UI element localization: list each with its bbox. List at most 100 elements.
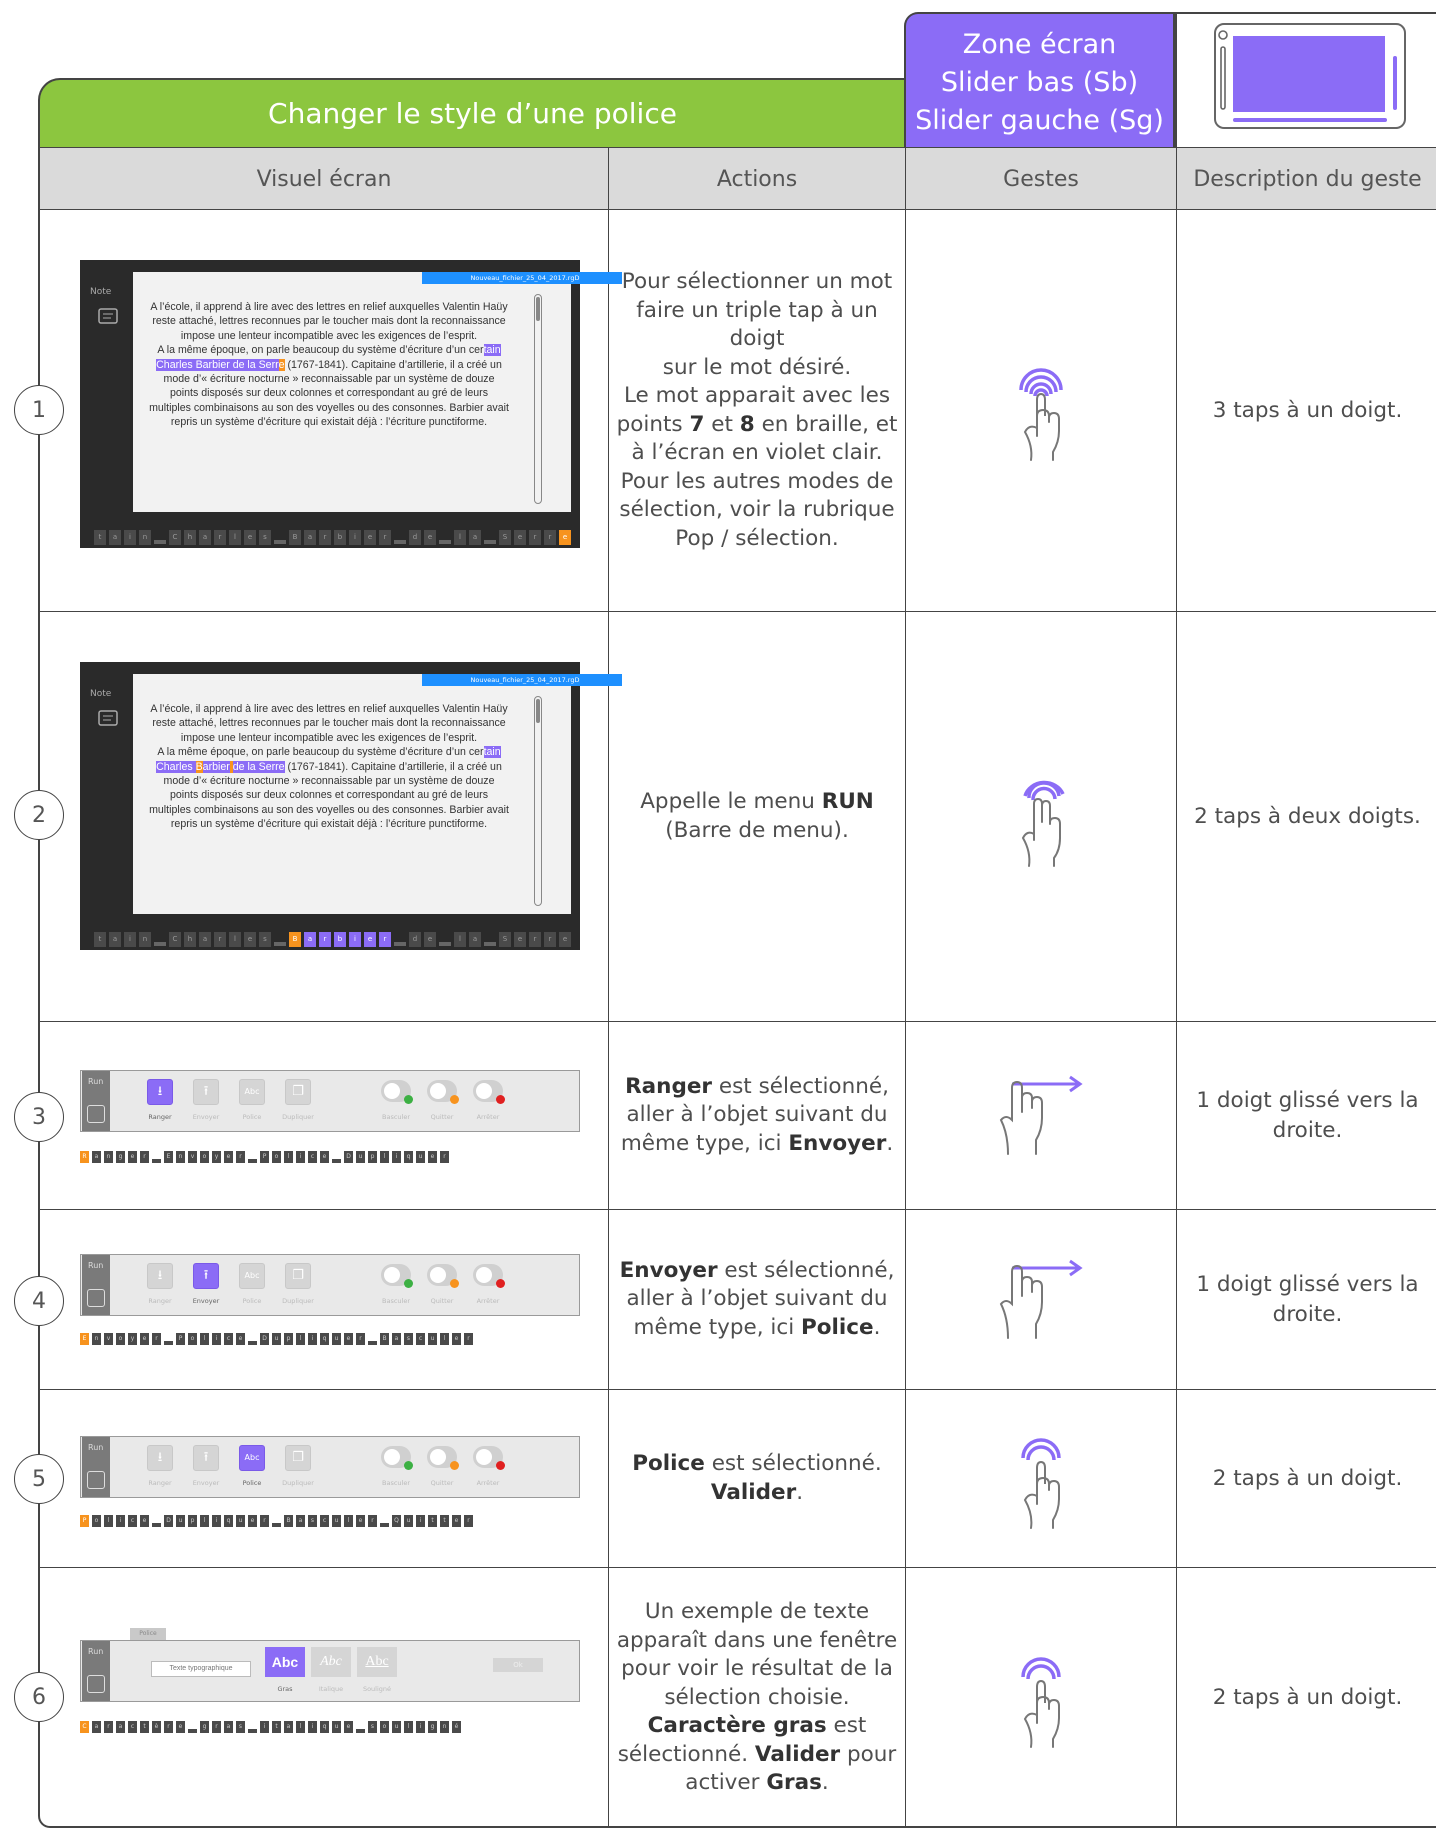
braille-cell: i — [416, 1721, 425, 1733]
braille-cell: i — [349, 931, 361, 947]
toggle-arrêter[interactable] — [473, 1080, 505, 1104]
toggle-basculer[interactable] — [381, 1264, 413, 1288]
braille-cell: r — [152, 1333, 161, 1345]
col-description: Description du geste — [1193, 166, 1422, 192]
braille-cell: e — [224, 1151, 233, 1163]
toggle-basculer[interactable] — [381, 1446, 413, 1470]
braille-cell: n — [176, 1151, 185, 1163]
zone-line-3: Slider gauche (Sg) — [915, 105, 1164, 136]
braille-cell: t — [140, 1721, 149, 1733]
toggle-basculer[interactable] — [381, 1080, 413, 1104]
action-text: Un exemple de texte apparaît dans une fe… — [609, 1568, 906, 1828]
toggle-arrêter[interactable] — [473, 1446, 505, 1470]
braille-cell: e — [514, 529, 526, 545]
menu-button-dupliquer[interactable]: ❐ — [285, 1263, 311, 1289]
run-menu: Run ⭳ Ranger ⭱ Envoyer Abc Police ❐ Dupliquer Bas… — [80, 1070, 580, 1132]
braille-cell: c — [308, 1151, 317, 1163]
braille-cell: o — [116, 1333, 125, 1345]
underline-button[interactable]: Abc — [357, 1647, 397, 1677]
braille-cell: y — [212, 1151, 221, 1163]
braille-cell: u — [356, 1151, 365, 1163]
braille-cell: v — [104, 1333, 113, 1345]
toggle-quitter[interactable] — [427, 1264, 459, 1288]
braille-cell: o — [272, 1151, 281, 1163]
braille-cell: s — [259, 529, 271, 545]
braille-cell: r — [544, 529, 556, 545]
action-text: Pour sélectionner un mot faire un triple… — [609, 210, 906, 611]
dialog-tab: Police — [130, 1628, 166, 1640]
bold-label: Gras — [277, 1685, 293, 1693]
menu-button-police[interactable]: Abc — [239, 1445, 265, 1471]
braille-cell — [394, 540, 406, 544]
braille-cell: a — [284, 1721, 293, 1733]
braille-cell: b — [334, 529, 346, 545]
braille-cell: u — [416, 1151, 425, 1163]
toggle-label: Quitter — [430, 1479, 454, 1487]
underline-label: Souligné — [362, 1685, 392, 1693]
menu-label: Envoyer — [192, 1113, 220, 1121]
tablet-zone-icon — [1214, 23, 1406, 129]
menu-button-dupliquer[interactable]: ❐ — [285, 1445, 311, 1471]
scrollbar — [534, 696, 542, 906]
braille-cell: o — [200, 1151, 209, 1163]
menu-button-police[interactable]: Abc — [239, 1079, 265, 1105]
braille-cell: e — [424, 529, 436, 545]
gesture-description: 1 doigt glissé vers la droite. — [1196, 1271, 1419, 1327]
braille-cell: d — [409, 931, 421, 947]
braille-cell: d — [409, 529, 421, 545]
braille-cell: a — [92, 1721, 101, 1733]
toggle-label: Arrêter — [476, 1479, 500, 1487]
menu-button-envoyer[interactable]: ⭱ — [193, 1263, 219, 1289]
toggle-label: Basculer — [382, 1479, 410, 1487]
toggle-label: Arrêter — [476, 1113, 500, 1121]
braille-cell: h — [184, 931, 196, 947]
braille-cell: a — [224, 1721, 233, 1733]
visual-cell: Police Run Texte typographique Abc Abc A… — [40, 1568, 609, 1828]
menu-label: Envoyer — [192, 1479, 220, 1487]
braille-cell: b — [334, 931, 346, 947]
ok-button[interactable]: Ok — [493, 1658, 543, 1672]
run-label: Run — [88, 1443, 104, 1452]
braille-cell: e — [128, 1151, 137, 1163]
tablet-diagram — [1175, 12, 1436, 148]
menu-button-envoyer[interactable]: ⭱ — [193, 1445, 219, 1471]
braille-cell: l — [284, 1151, 293, 1163]
braille-cell: g — [116, 1151, 125, 1163]
braille-cell: l — [380, 1151, 389, 1163]
menu-button-ranger[interactable]: ⭳ — [147, 1263, 173, 1289]
braille-cell: l — [200, 1515, 209, 1527]
braille-cell: a — [109, 529, 121, 545]
braille-cell: S — [499, 529, 511, 545]
sample-text-field: Texte typographique — [151, 1661, 251, 1677]
bold-button[interactable]: Abc — [265, 1647, 305, 1677]
menu-button-ranger[interactable]: ⭳ — [147, 1445, 173, 1471]
braille-cell: a — [304, 931, 316, 947]
toggle-arrêter[interactable] — [473, 1264, 505, 1288]
italic-button[interactable]: Abc — [311, 1647, 351, 1677]
braille-cell: P — [260, 1151, 269, 1163]
toggle-quitter[interactable] — [427, 1080, 459, 1104]
braille-cell: a — [296, 1515, 305, 1527]
braille-line: tainCharlesBarbierdelaSerre — [80, 930, 580, 948]
braille-cell: o — [188, 1333, 197, 1345]
braille-cell: n — [440, 1721, 449, 1733]
braille-cell: B — [289, 931, 301, 947]
braille-cell: t — [94, 931, 106, 947]
braille-cell: B — [380, 1333, 389, 1345]
col-actions: Actions — [609, 148, 906, 210]
menu-button-envoyer[interactable]: ⭱ — [193, 1079, 219, 1105]
menu-button-ranger[interactable]: ⭳ — [147, 1079, 173, 1105]
braille-cell: D — [344, 1151, 353, 1163]
braille-cell: e — [364, 931, 376, 947]
braille-cell: r — [544, 931, 556, 947]
braille-cell: n — [139, 931, 151, 947]
braille-cell: r — [214, 931, 226, 947]
menu-button-dupliquer[interactable]: ❐ — [285, 1079, 311, 1105]
braille-cell — [439, 942, 451, 946]
braille-cell: y — [128, 1333, 137, 1345]
toggle-quitter[interactable] — [427, 1446, 459, 1470]
swipe-right-icon — [999, 1259, 1083, 1339]
run-icon — [87, 1105, 105, 1123]
gesture-cell — [906, 1390, 1177, 1567]
menu-button-police[interactable]: Abc — [239, 1263, 265, 1289]
